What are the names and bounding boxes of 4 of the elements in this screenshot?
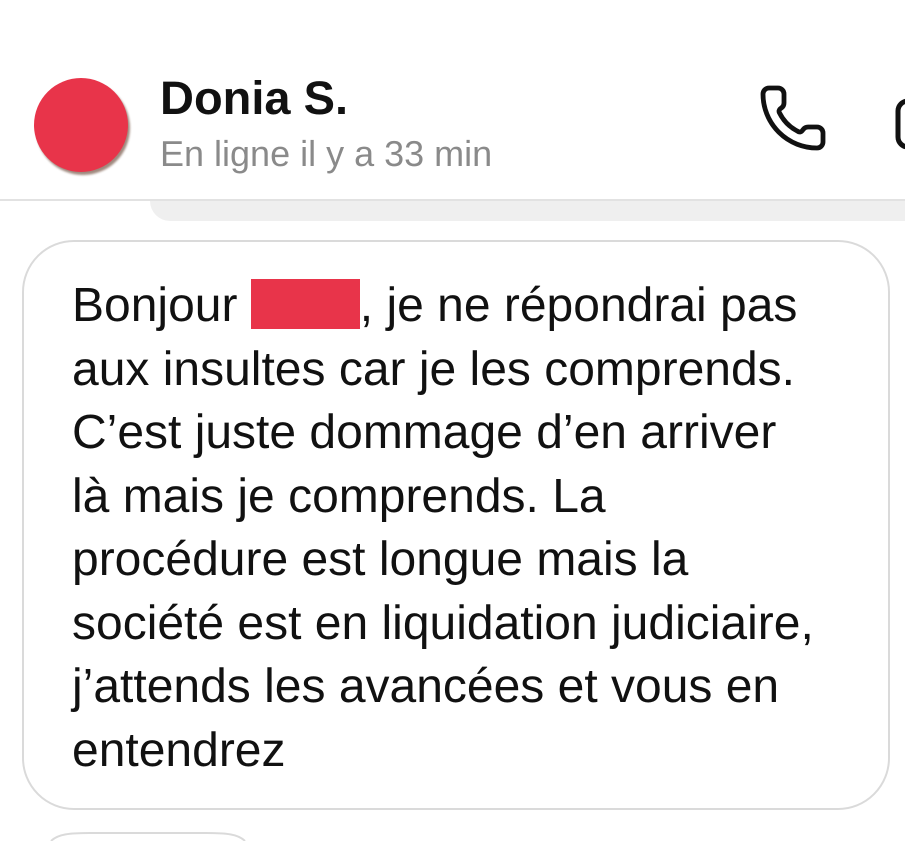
message-text: Bonjour , je ne répondrai pas aux insultes car je les comprends. C’est juste dommage d’en arriver là mais je comprends. La procédure est longue mais la société est en liquidation judiciaire, j’attends les avancées et vous en entendrez (72, 278, 815, 778)
rounded-rect-icon[interactable] (895, 98, 905, 150)
contact-name: Donia S. (160, 72, 350, 124)
contact-status: En ligne il y a 33 min (160, 132, 492, 176)
